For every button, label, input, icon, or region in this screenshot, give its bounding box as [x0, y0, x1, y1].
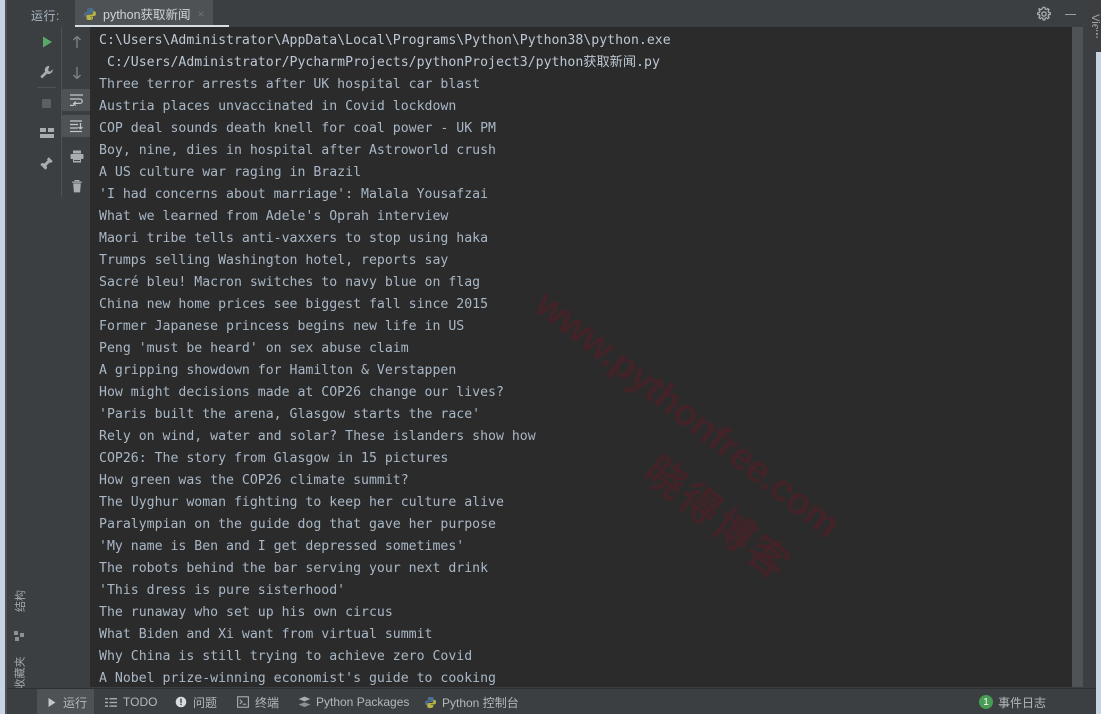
- console-line: Boy, nine, dies in hospital after Astrow…: [99, 143, 496, 158]
- run-configuration-tab[interactable]: python获取新闻 ×: [75, 0, 213, 27]
- run-toolwindow-title: 运行:: [31, 9, 60, 23]
- console-line: How green was the COP26 climate summit?: [99, 473, 409, 488]
- sidebar-item-favorites-label: 收藏夹: [14, 656, 27, 690]
- console-line: A Nobel prize-winning economist's guide …: [99, 671, 496, 686]
- pin-button[interactable]: [32, 152, 61, 174]
- console-line: The runaway who set up his own circus: [99, 605, 393, 620]
- status-run-label: 运行: [63, 695, 88, 710]
- console-line: A gripping showdown for Hamilton & Verst…: [99, 363, 457, 378]
- console-line: A US culture war raging in Brazil: [99, 165, 362, 180]
- run-configuration-tab-label: python获取新闻: [103, 8, 191, 22]
- console-line: 'I had concerns about marriage': Malala …: [99, 187, 489, 202]
- play-icon: [44, 695, 58, 709]
- console-scrollbar-thumb[interactable]: [1072, 27, 1083, 687]
- terminal-icon: [236, 695, 250, 709]
- python-console-icon: [423, 695, 437, 709]
- sidebar-item-structure[interactable]: 结构: [7, 575, 32, 627]
- run-toolwindow-header: 运行: python获取新闻 × View: [7, 0, 1101, 52]
- minimize-icon[interactable]: [1061, 5, 1079, 23]
- status-event-log-label: 事件日志: [998, 695, 1047, 710]
- console-line: COP26: The story from Glasgow in 15 pict…: [99, 451, 449, 466]
- status-todo-label: TODO: [123, 695, 158, 709]
- status-python-console-label: Python 控制台: [442, 695, 519, 710]
- sidebar-item-structure-label: 结构: [14, 590, 27, 612]
- console-line: The Uyghur woman fighting to keep her cu…: [99, 495, 504, 510]
- status-python-console[interactable]: Python 控制台: [416, 689, 526, 714]
- status-terminal[interactable]: 终端: [229, 689, 286, 714]
- printer-icon[interactable]: [62, 145, 91, 167]
- pycharm-run-window: 运行: python获取新闻 × View 结构 收藏夹 www.pythonf…: [0, 0, 1101, 714]
- window-border-right: [1096, 0, 1101, 714]
- console-line: China new home prices see biggest fall s…: [99, 297, 489, 312]
- console-line: How might decisions made at COP26 change…: [99, 385, 504, 400]
- console-line: Paralympian on the guide dog that gave h…: [99, 517, 496, 532]
- console-line: C:\Users\Administrator\AppData\Local\Pro…: [99, 33, 671, 48]
- toolbar-separator: [37, 87, 56, 88]
- packages-icon: [297, 695, 311, 709]
- run-toolbar: [32, 27, 91, 687]
- console-line: 'My name is Ben and I get depressed some…: [99, 539, 465, 554]
- status-problems[interactable]: 问题: [167, 689, 224, 714]
- console-line: Sacré bleu! Macron switches to navy blue…: [99, 275, 481, 290]
- status-python-packages[interactable]: Python Packages: [290, 689, 416, 714]
- console-line: Rely on wind, water and solar? These isl…: [99, 429, 536, 444]
- status-python-packages-label: Python Packages: [316, 695, 410, 709]
- run-toolbar-column-left: [32, 27, 61, 174]
- console-right-gutter: [1083, 27, 1096, 687]
- structure-icon: [7, 628, 32, 644]
- stop-button[interactable]: [32, 92, 61, 114]
- console-line: Trumps selling Washington hotel, reports…: [99, 253, 449, 268]
- console-line: What we learned from Adele's Oprah inter…: [99, 209, 449, 224]
- console-line: Former Japanese princess begins new life…: [99, 319, 465, 334]
- status-event-log[interactable]: 1 事件日志: [972, 689, 1053, 714]
- console-line: The robots behind the bar serving your n…: [99, 561, 489, 576]
- console-line: Austria places unvaccinated in Covid loc…: [99, 99, 457, 114]
- status-todo[interactable]: TODO: [97, 689, 164, 714]
- scroll-to-end-button[interactable]: [62, 115, 91, 137]
- layout-button[interactable]: [32, 122, 61, 144]
- left-tool-strip: 结构 收藏夹: [7, 27, 33, 708]
- console-line: C:/Users/Administrator/PycharmProjects/p…: [99, 55, 660, 70]
- status-terminal-label: 终端: [255, 695, 280, 710]
- status-bar: 运行 TODO 问题 终端 Python Packages Python 控制台 1 事件…: [7, 688, 1096, 714]
- console-line: 'This dress is pure sisterhood': [99, 583, 346, 598]
- console-line: Three terror arrests after UK hospital c…: [99, 77, 481, 92]
- todo-list-icon: [104, 695, 118, 709]
- run-toolbar-column-right: [61, 27, 91, 197]
- arrow-down-icon[interactable]: [62, 61, 91, 83]
- trash-icon[interactable]: [62, 175, 91, 197]
- status-run[interactable]: 运行: [37, 689, 95, 714]
- console-scrollbar-track[interactable]: [1072, 27, 1083, 687]
- console-line: COP deal sounds death knell for coal pow…: [99, 121, 496, 136]
- arrow-up-icon[interactable]: [62, 31, 91, 53]
- problems-icon: [174, 695, 188, 709]
- close-icon[interactable]: ×: [198, 8, 205, 20]
- gear-icon[interactable]: [1035, 5, 1053, 23]
- event-log-count-badge: 1: [979, 695, 993, 709]
- status-problems-label: 问题: [193, 695, 218, 710]
- soft-wrap-button[interactable]: [62, 89, 91, 111]
- console-line: 'Paris built the arena, Glasgow starts t…: [99, 407, 481, 422]
- console-line: Peng 'must be heard' on sex abuse claim: [99, 341, 409, 356]
- settings-button[interactable]: [32, 61, 61, 83]
- console-line: What Biden and Xi want from virtual summ…: [99, 627, 433, 642]
- console-line: Why China is still trying to achieve zer…: [99, 649, 473, 664]
- console-line: Maori tribe tells anti-vaxxers to stop u…: [99, 231, 489, 246]
- console-line-list: C:\Users\Administrator\AppData\Local\Pro…: [99, 30, 1096, 687]
- python-file-icon: [83, 7, 97, 21]
- run-console-output[interactable]: www.pythonfree.com 晓得博客 C:\Users\Adminis…: [90, 27, 1096, 687]
- run-button[interactable]: [32, 31, 61, 53]
